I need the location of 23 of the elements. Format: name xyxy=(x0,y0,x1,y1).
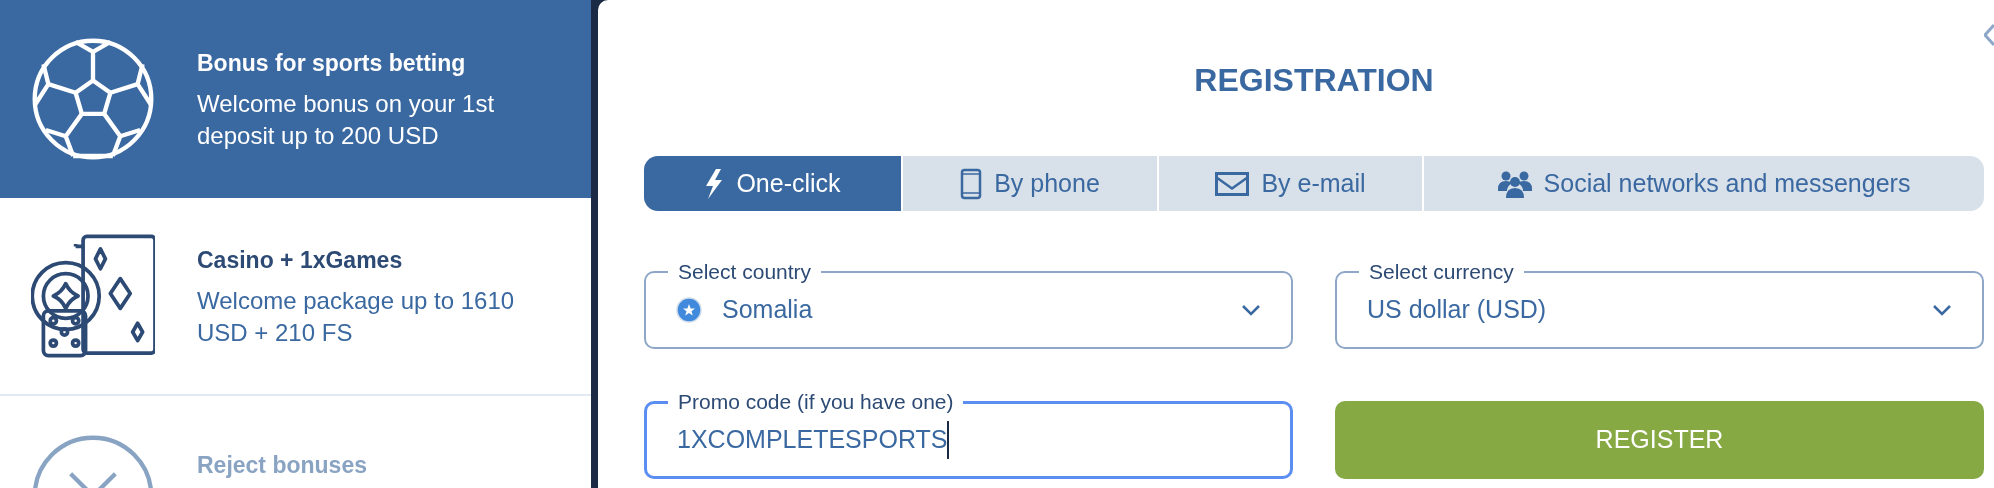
registration-tab[interactable]: Social networks and messengers xyxy=(1424,156,1984,211)
bonus-title: Reject bonuses xyxy=(197,451,368,480)
chevron-down-icon xyxy=(1932,304,1952,316)
registration-tab[interactable]: By phone xyxy=(903,156,1157,211)
bonus-description: Welcome bonus on your 1st deposit up to 200 USD xyxy=(197,89,496,152)
registration-tab[interactable]: One-click xyxy=(644,156,901,211)
field-value: 1XCOMPLETESPORTS xyxy=(677,421,950,459)
envelope-icon xyxy=(1215,171,1250,196)
casino-chip-cards-dice-icon xyxy=(31,234,155,358)
registration-tab[interactable]: By e-mail xyxy=(1159,156,1422,211)
bonus-option[interactable]: Bonus for sports betting Welcome bonus on your 1st deposit up to 200 USD xyxy=(0,0,591,198)
lightning-icon xyxy=(704,168,725,199)
bonus-title: Bonus for sports betting xyxy=(197,48,467,78)
field-value: Somalia xyxy=(722,294,814,326)
dialog-title: REGISTRATION xyxy=(1193,61,1435,100)
bonus-description: Welcome package up to 1610 USD + 210 FS xyxy=(197,286,516,349)
chevron-down-icon xyxy=(1241,304,1261,316)
field-value: US dollar (USD) xyxy=(1367,294,1548,326)
soccer-ball-icon xyxy=(31,37,155,161)
smartphone-icon xyxy=(960,167,983,200)
bonus-title: Casino + 1xGames xyxy=(197,245,404,275)
users-group-icon xyxy=(1497,169,1532,198)
flag-icon xyxy=(676,297,702,323)
